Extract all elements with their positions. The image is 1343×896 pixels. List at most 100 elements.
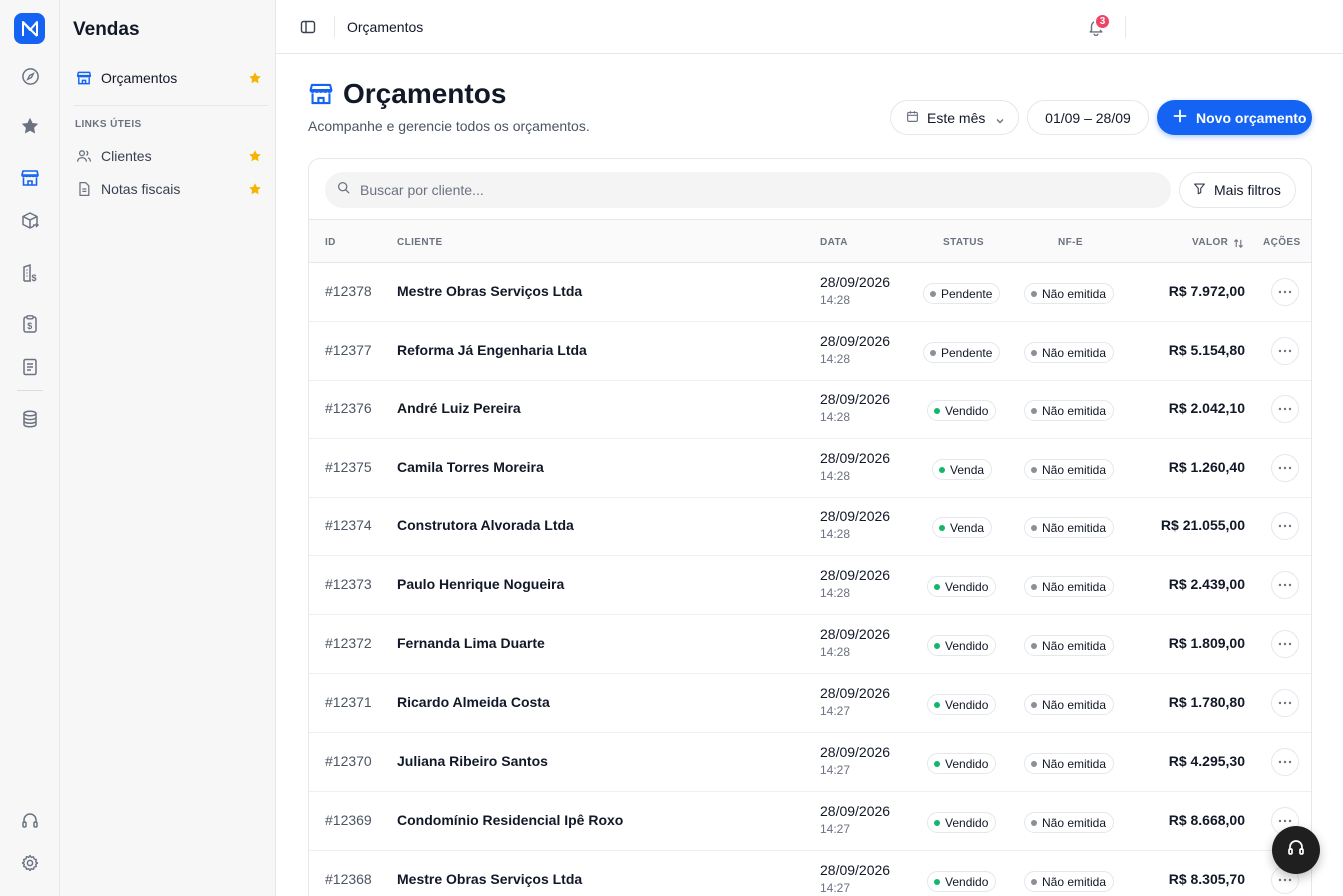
search-bar[interactable] bbox=[325, 172, 1171, 208]
table-row[interactable]: #12378 Mestre Obras Serviços Ltda 28/09/20… bbox=[309, 263, 1311, 322]
client-name: Condomínio Residencial Ipê Roxo bbox=[397, 812, 624, 828]
sidebar-item-orcamentos[interactable]: Orçamentos bbox=[68, 63, 268, 93]
file-text-icon bbox=[76, 181, 92, 197]
row-actions-button[interactable] bbox=[1271, 630, 1299, 658]
box-arrow-icon[interactable] bbox=[18, 209, 42, 233]
star-icon[interactable] bbox=[18, 114, 42, 138]
row-actions-button[interactable] bbox=[1271, 689, 1299, 717]
row-actions-button[interactable] bbox=[1271, 748, 1299, 776]
sidebar-item-label: Orçamentos bbox=[101, 70, 178, 86]
app-logo-icon[interactable] bbox=[14, 13, 45, 44]
table-row[interactable]: #12374 Construtora Alvorada Ltda 28/09/202… bbox=[309, 497, 1311, 556]
quote-id[interactable]: #12370 bbox=[325, 753, 372, 769]
table-row[interactable]: #12375 Camila Torres Moreira 28/09/2026 14:… bbox=[309, 439, 1311, 498]
svg-text:$: $ bbox=[27, 321, 32, 331]
table-row[interactable]: #12368 Mestre Obras Serviços Ltda 28/09/20… bbox=[309, 851, 1311, 896]
clipboard-dollar-icon[interactable]: $ bbox=[18, 312, 42, 336]
row-actions-button[interactable] bbox=[1271, 337, 1299, 365]
sidebar-toggle-icon[interactable] bbox=[300, 19, 316, 35]
status-label: Venda bbox=[950, 520, 985, 535]
quote-time: 14:28 bbox=[820, 469, 851, 483]
column-header-nfe[interactable]: NF-E bbox=[1058, 237, 1083, 248]
nfe-label: Não emitida bbox=[1042, 815, 1107, 830]
favorite-star-icon[interactable] bbox=[248, 182, 262, 196]
row-actions-button[interactable] bbox=[1271, 395, 1299, 423]
nfe-badge: Não emitida bbox=[1024, 459, 1115, 480]
quote-id[interactable]: #12377 bbox=[325, 342, 372, 358]
table-row[interactable]: #12372 Fernanda Lima Duarte 28/09/2026 14:2… bbox=[309, 615, 1311, 674]
quote-id[interactable]: #12378 bbox=[325, 283, 372, 299]
quote-date: 28/09/2026 bbox=[820, 450, 891, 466]
search-input[interactable] bbox=[360, 182, 1140, 198]
status-badge: Vendido bbox=[927, 812, 997, 833]
headset-icon bbox=[1286, 838, 1306, 863]
quote-id[interactable]: #12368 bbox=[325, 871, 372, 887]
table-row[interactable]: #12377 Reforma Já Engenharia Ltda 28/09/20… bbox=[309, 322, 1311, 381]
sidebar-title: Vendas bbox=[73, 19, 140, 40]
row-actions-button[interactable] bbox=[1271, 278, 1299, 306]
more-filters-label: Mais filtros bbox=[1214, 182, 1281, 198]
quote-date: 28/09/2026 bbox=[820, 333, 891, 349]
more-horizontal-icon bbox=[1278, 290, 1292, 294]
row-actions-button[interactable] bbox=[1271, 571, 1299, 599]
sidebar-item-clientes[interactable]: Clientes bbox=[68, 141, 268, 171]
sidebar-item-label: Clientes bbox=[101, 148, 152, 164]
quote-id[interactable]: #12374 bbox=[325, 517, 372, 533]
sort-icon[interactable] bbox=[1233, 236, 1244, 254]
column-header-value[interactable]: VALOR bbox=[1192, 237, 1228, 248]
store-icon[interactable] bbox=[18, 166, 42, 190]
row-actions-button[interactable] bbox=[1271, 454, 1299, 482]
calendar-icon bbox=[906, 110, 919, 126]
quote-id[interactable]: #12369 bbox=[325, 812, 372, 828]
client-name: Juliana Ribeiro Santos bbox=[397, 753, 548, 769]
gear-icon[interactable] bbox=[18, 851, 42, 875]
more-filters-button[interactable]: Mais filtros bbox=[1179, 172, 1296, 208]
new-quote-button[interactable]: Novo orçamento bbox=[1157, 100, 1312, 135]
database-icon[interactable] bbox=[18, 407, 42, 431]
status-label: Vendido bbox=[945, 403, 989, 418]
date-range-button[interactable]: 01/09 – 28/09 bbox=[1027, 100, 1149, 135]
support-chat-button[interactable] bbox=[1272, 826, 1320, 874]
headset-icon[interactable] bbox=[18, 809, 42, 833]
column-header-date[interactable]: DATA bbox=[820, 237, 848, 248]
quote-id[interactable]: #12375 bbox=[325, 459, 372, 475]
table-row[interactable]: #12376 André Luiz Pereira 28/09/2026 14:28 V… bbox=[309, 380, 1311, 439]
status-label: Pendente bbox=[941, 345, 993, 360]
status-badge: Venda bbox=[932, 517, 993, 538]
filter-icon bbox=[1193, 182, 1206, 198]
column-header-id[interactable]: ID bbox=[325, 237, 336, 248]
quote-id[interactable]: #12371 bbox=[325, 694, 372, 710]
client-name: André Luiz Pereira bbox=[397, 400, 521, 416]
client-name: Ricardo Almeida Costa bbox=[397, 694, 550, 710]
nfe-badge: Não emitida bbox=[1024, 400, 1115, 421]
favorite-star-icon[interactable] bbox=[248, 71, 262, 85]
sidebar-item-notas-fiscais[interactable]: Notas fiscais bbox=[68, 174, 268, 204]
quote-id[interactable]: #12373 bbox=[325, 576, 372, 592]
nfe-dot bbox=[1031, 583, 1037, 590]
table-row[interactable]: #12371 Ricardo Almeida Costa 28/09/2026 14:… bbox=[309, 674, 1311, 733]
table-row[interactable]: #12370 Juliana Ribeiro Santos 28/09/2026 14… bbox=[309, 733, 1311, 792]
quote-time: 14:28 bbox=[820, 410, 851, 424]
column-header-status[interactable]: STATUS bbox=[943, 237, 984, 248]
nfe-badge: Não emitida bbox=[1024, 871, 1115, 892]
column-header-client[interactable]: CLIENTE bbox=[397, 237, 443, 248]
quote-id[interactable]: #12372 bbox=[325, 635, 372, 651]
icon-rail: $ $ bbox=[0, 0, 60, 896]
nfe-badge: Não emitida bbox=[1024, 753, 1115, 774]
favorite-star-icon[interactable] bbox=[248, 149, 262, 163]
period-select[interactable]: Este mês bbox=[890, 100, 1019, 135]
quote-id[interactable]: #12376 bbox=[325, 400, 372, 416]
receipt-icon[interactable] bbox=[18, 355, 42, 379]
more-horizontal-icon bbox=[1278, 760, 1292, 764]
quote-date: 28/09/2026 bbox=[820, 508, 891, 524]
table-row[interactable]: #12369 Condomínio Residencial Ipê Roxo 28/… bbox=[309, 792, 1311, 851]
building-dollar-icon[interactable]: $ bbox=[18, 261, 42, 285]
quote-date: 28/09/2026 bbox=[820, 803, 891, 819]
new-quote-label: Novo orçamento bbox=[1196, 109, 1307, 126]
nfe-dot bbox=[1031, 466, 1037, 473]
table-row[interactable]: #12373 Paulo Henrique Nogueira 28/09/2026 1… bbox=[309, 556, 1311, 615]
compass-icon[interactable] bbox=[18, 64, 42, 88]
quote-time: 14:27 bbox=[820, 881, 851, 895]
row-actions-button[interactable] bbox=[1271, 512, 1299, 540]
breadcrumb[interactable]: Orçamentos bbox=[347, 19, 423, 35]
